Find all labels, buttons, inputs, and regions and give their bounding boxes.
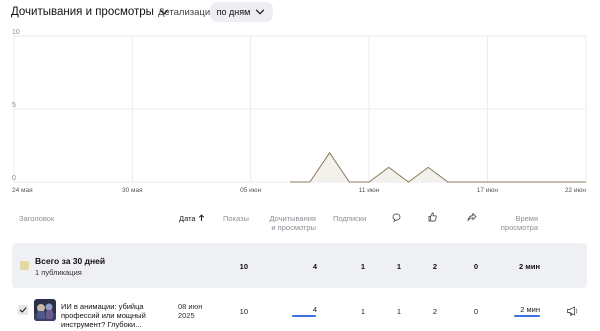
row-shares: 0 [473, 307, 478, 316]
x-tick-label: 17 июн [477, 187, 499, 194]
header-time[interactable]: Время просмотра [496, 214, 538, 232]
publication-date: 08 июн 2025 [178, 302, 218, 320]
total-comments: 1 [396, 262, 401, 271]
date-line2: 2025 [178, 311, 195, 320]
metric-dropdown[interactable]: Дочитывания и просмотры [11, 6, 170, 18]
total-shares: 0 [473, 262, 478, 271]
comment-icon[interactable] [392, 213, 401, 222]
y-tick-label: 10 [12, 29, 20, 36]
x-tick-label: 22 июн [565, 187, 587, 194]
header-reads-line2: и просмотры [271, 223, 316, 232]
total-reads: 4 [312, 262, 317, 271]
period-label: по дням [216, 7, 251, 17]
total-time: 2 мин [519, 262, 540, 271]
header-reads[interactable]: Дочитывания и просмотры [266, 214, 316, 232]
date-line1: 08 июн [178, 302, 203, 311]
thumbs-up-icon[interactable] [428, 212, 437, 222]
total-title: Всего за 30 дней [35, 256, 106, 266]
header-date[interactable]: Дата [179, 214, 205, 223]
header-subs[interactable]: Подписки [333, 214, 366, 223]
series-area [290, 152, 586, 182]
share-icon[interactable] [467, 212, 477, 222]
header-reads-line1: Дочитывания [269, 214, 316, 223]
row-checkbox[interactable] [18, 305, 28, 315]
chevron-down-icon [256, 9, 265, 15]
check-icon [19, 307, 27, 313]
metric-selector[interactable]: Дочитывания и просмотры [11, 3, 170, 21]
y-tick-label: 0 [12, 175, 16, 182]
row-comments: 1 [396, 307, 401, 316]
header-time-line1: Время [515, 214, 538, 223]
arrow-up-icon [198, 214, 204, 221]
reads-progress-bar [292, 315, 316, 317]
x-tick-label: 05 июн [240, 187, 262, 194]
row-likes: 2 [432, 307, 437, 316]
row-shows: 10 [239, 307, 248, 316]
x-tick-label: 24 мая [12, 187, 33, 194]
total-shows: 10 [239, 262, 248, 271]
x-tick-label: 30 мая [122, 187, 143, 194]
x-tick-label: 11 июн [359, 187, 380, 194]
total-subs: 1 [360, 262, 365, 271]
header-shows[interactable]: Показы [223, 214, 249, 223]
views-chart: 0 5 10 24 мая 30 мая 05 июн 11 июн 17 июн 22 июн [12, 29, 587, 194]
row-subs: 1 [360, 307, 365, 316]
total-subtitle: 1 публикация [35, 268, 82, 277]
metric-title: Дочитывания и просмотры [11, 6, 154, 18]
period-dropdown[interactable]: по дням [210, 2, 273, 22]
row-reads: 4 [312, 305, 317, 314]
time-progress-bar [514, 315, 540, 317]
total-icon [20, 261, 29, 270]
header-date-label: Дата [179, 214, 196, 223]
megaphone-icon[interactable] [566, 305, 578, 317]
publication-thumbnail[interactable] [34, 299, 56, 321]
header-title[interactable]: Заголовок [19, 214, 54, 223]
detail-label: Детализация [158, 7, 216, 18]
y-tick-label: 5 [12, 102, 16, 109]
header-time-line2: просмотра [500, 223, 538, 232]
row-time: 2 мин [520, 305, 540, 314]
total-likes: 2 [432, 262, 437, 271]
publication-title[interactable]: ИИ в анимации: убийца профессий или мощн… [61, 302, 173, 329]
